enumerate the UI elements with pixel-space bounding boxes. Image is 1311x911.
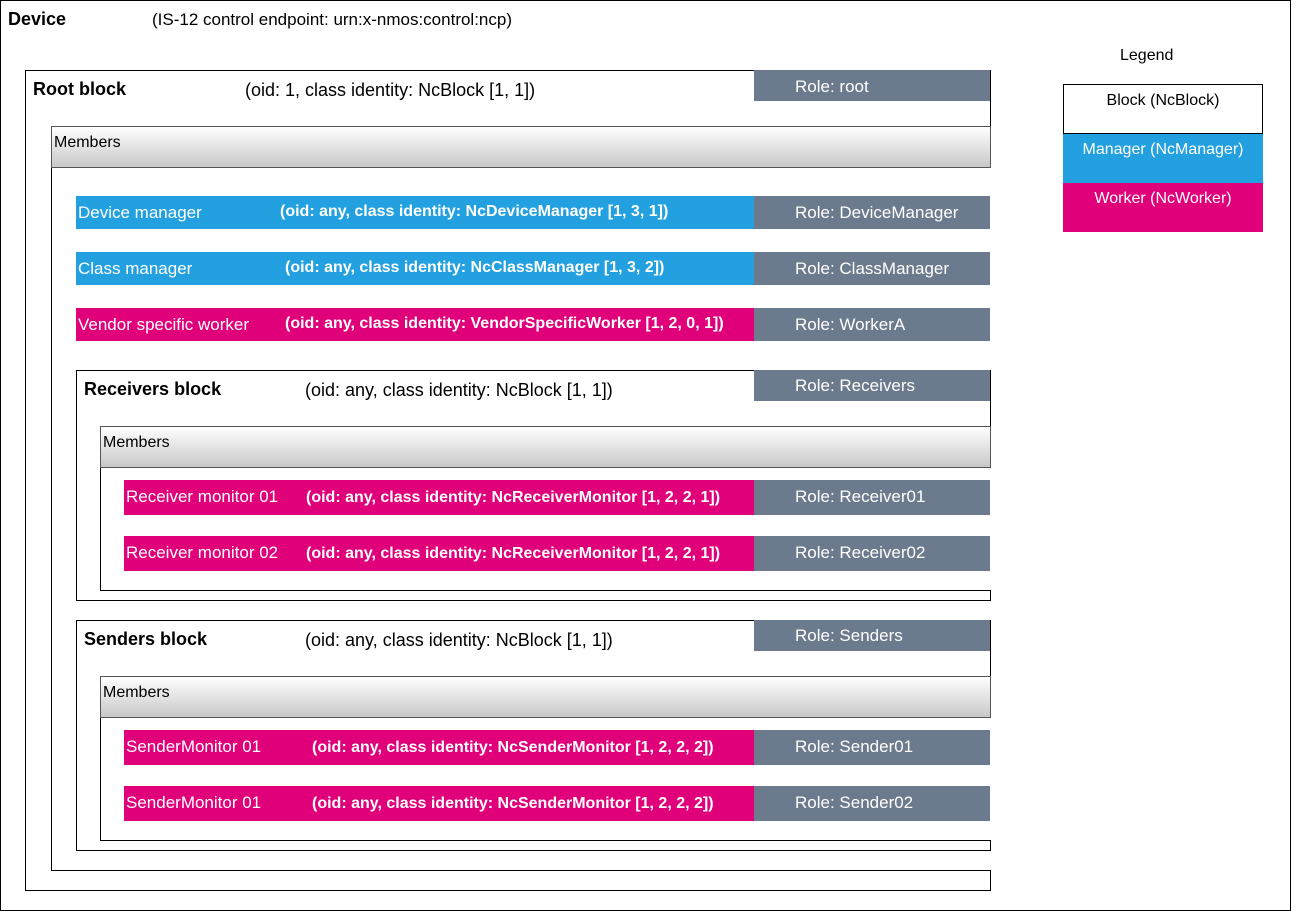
- member-identity: (oid: any, class identity: NcSenderMonit…: [312, 739, 714, 756]
- member-name: Vendor specific worker: [78, 315, 250, 334]
- senders-block-title: Senders block: [84, 629, 208, 649]
- member-identity: (oid: any, class identity: NcSenderMonit…: [312, 795, 714, 812]
- receivers-members-bar: Members: [100, 426, 991, 468]
- class-manager-role: Role: ClassManager: [754, 252, 990, 285]
- member-name: Class manager: [78, 259, 193, 278]
- root-block-title: Root block: [33, 79, 126, 99]
- receivers-role: Role: Receivers: [754, 370, 990, 401]
- member-identity: (oid: any, class identity: NcReceiverMon…: [306, 545, 721, 562]
- receivers-block-title: Receivers block: [84, 379, 222, 399]
- sender-01-role: Role: Sender01: [754, 730, 990, 765]
- root-role: Role: root: [754, 70, 990, 101]
- senders-block-identity: (oid: any, class identity: NcBlock [1, 1…: [305, 630, 613, 650]
- member-name: SenderMonitor 01: [126, 793, 262, 812]
- member-identity: (oid: any, class identity: NcClassManage…: [285, 259, 665, 276]
- receiver-01-role: Role: Receiver01: [754, 480, 990, 515]
- member-name: SenderMonitor 01: [126, 737, 262, 756]
- root-block-identity: (oid: 1, class identity: NcBlock [1, 1]): [245, 80, 536, 100]
- senders-role: Role: Senders: [754, 620, 990, 651]
- device-manager-role: Role: DeviceManager: [754, 196, 990, 229]
- device-title: Device: [8, 9, 67, 29]
- legend-block: Block (NcBlock): [1063, 84, 1263, 134]
- root-members-bar: Members: [51, 126, 991, 168]
- legend-title: Legend: [1120, 47, 1174, 64]
- member-name: Receiver monitor 02: [126, 543, 279, 562]
- legend-worker: Worker (NcWorker): [1063, 183, 1263, 232]
- sender-02-role: Role: Sender02: [754, 786, 990, 821]
- senders-members-bar: Members: [100, 676, 991, 718]
- member-identity: (oid: any, class identity: VendorSpecifi…: [285, 315, 724, 332]
- legend-manager: Manager (NcManager): [1063, 134, 1263, 183]
- receivers-block-identity: (oid: any, class identity: NcBlock [1, 1…: [305, 380, 613, 400]
- vendor-worker-role: Role: WorkerA: [754, 308, 990, 341]
- member-identity: (oid: any, class identity: NcReceiverMon…: [306, 489, 721, 506]
- member-name: Receiver monitor 01: [126, 487, 279, 506]
- member-name: Device manager: [78, 203, 202, 222]
- member-identity: (oid: any, class identity: NcDeviceManag…: [280, 203, 669, 220]
- receiver-02-role: Role: Receiver02: [754, 536, 990, 571]
- device-subtitle: (IS-12 control endpoint: urn:x-nmos:cont…: [152, 10, 513, 29]
